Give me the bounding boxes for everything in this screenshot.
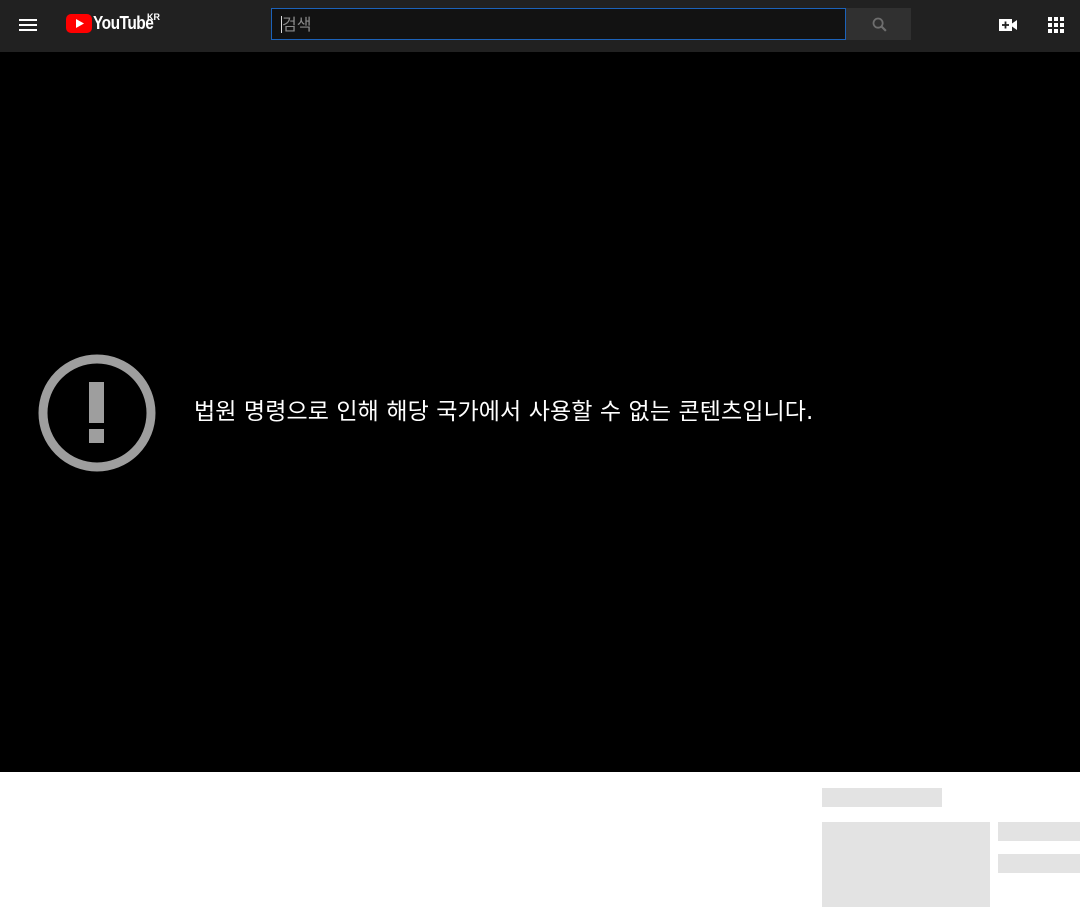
youtube-logo-link[interactable]: YouTube KR	[66, 12, 166, 37]
search-button[interactable]	[846, 8, 911, 40]
apps-grid-icon	[1048, 17, 1064, 33]
create-video-icon	[999, 19, 1017, 31]
youtube-play-icon	[66, 14, 92, 33]
text-caret	[281, 16, 282, 33]
search-box	[271, 8, 846, 40]
menu-icon-bar-2	[19, 24, 37, 26]
player-error-message: 법원 명령으로 인해 해당 국가에서 사용할 수 없는 콘텐츠입니다.	[194, 399, 814, 425]
skeleton-thumbnail-placeholder	[822, 822, 990, 907]
menu-icon-bar-3	[19, 29, 37, 31]
video-player[interactable]: 법원 명령으로 인해 해당 국가에서 사용할 수 없는 콘텐츠입니다.	[0, 52, 1080, 772]
skeleton-title-placeholder	[998, 822, 1080, 841]
exclamation-circle-icon	[38, 354, 156, 472]
search-input[interactable]	[272, 9, 845, 39]
skeleton-meta-placeholder	[998, 854, 1080, 873]
search-icon	[872, 17, 887, 32]
youtube-wordmark: YouTube	[93, 13, 154, 33]
menu-icon-bar-1	[19, 19, 37, 21]
create-video-button[interactable]	[996, 13, 1020, 37]
youtube-apps-button[interactable]	[1044, 13, 1068, 37]
country-code-label: KR	[147, 12, 160, 22]
masthead: YouTube KR	[0, 0, 1080, 52]
skeleton-header-placeholder	[822, 788, 942, 807]
guide-menu-button[interactable]	[17, 14, 41, 38]
